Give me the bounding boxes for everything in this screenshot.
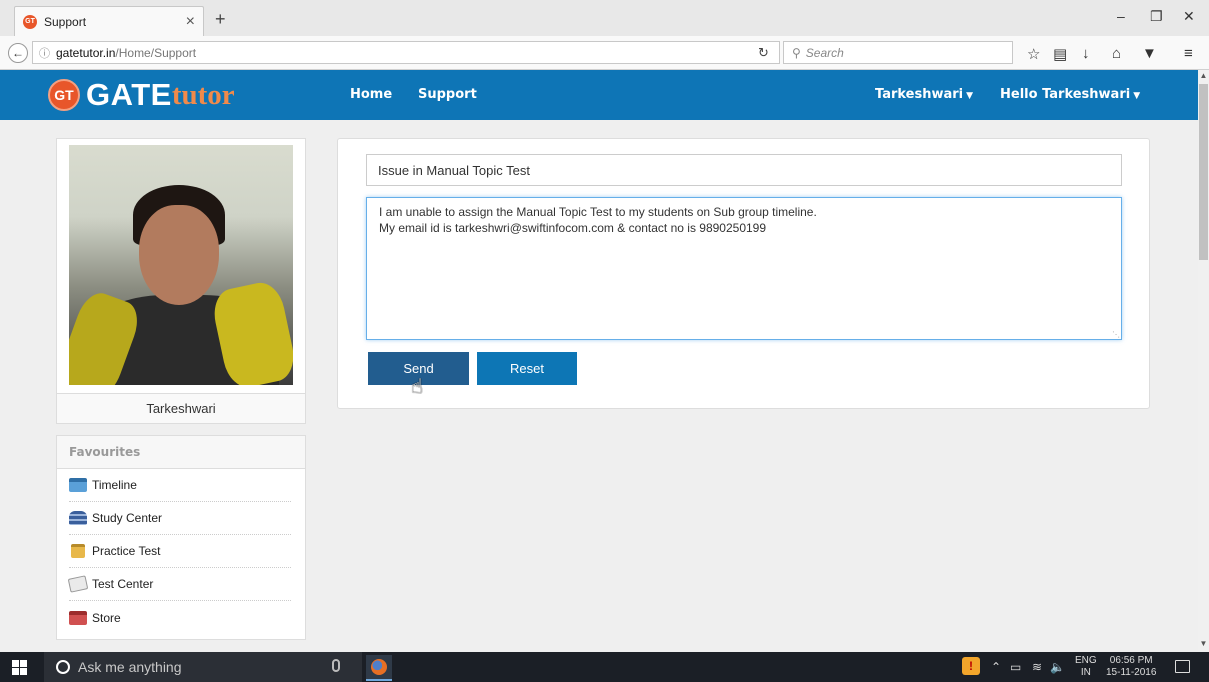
hand-cursor-icon: ☝ bbox=[411, 376, 424, 398]
bookmark-star-icon[interactable]: ☆ bbox=[1027, 45, 1040, 63]
url-path: /Home/Support bbox=[115, 45, 197, 60]
page-scrollbar[interactable]: ▲ ▼ bbox=[1198, 70, 1209, 650]
support-form-panel: I am unable to assign the Manual Topic T… bbox=[337, 138, 1150, 409]
resize-handle-icon[interactable]: ⋱ bbox=[1112, 330, 1120, 339]
lang-region: IN bbox=[1080, 667, 1091, 678]
windows-start-icon[interactable] bbox=[12, 660, 27, 675]
profile-name[interactable]: Tarkeshwari bbox=[57, 393, 305, 423]
scroll-up-icon[interactable]: ▲ bbox=[1198, 70, 1209, 82]
favourite-item-test-center[interactable]: Test Center bbox=[67, 568, 291, 601]
favourites-list: Timeline Study Center Practice Test Test… bbox=[57, 469, 305, 634]
greeting-menu-label: Hello Tarkeshwari bbox=[1000, 87, 1131, 102]
url-host: gatetutor.in bbox=[56, 45, 116, 60]
search-input[interactable]: ⚲ Search bbox=[783, 41, 1013, 64]
site-logo[interactable]: GT GATE tutor bbox=[48, 77, 235, 113]
site-favicon-icon: GT bbox=[23, 14, 37, 29]
notifications-icon[interactable] bbox=[1175, 660, 1190, 673]
logo-badge: GT bbox=[48, 79, 80, 111]
info-icon[interactable]: ⓘ bbox=[39, 45, 50, 61]
profile-card: Tarkeshwari bbox=[56, 138, 306, 424]
reset-button[interactable]: Reset bbox=[477, 352, 577, 385]
reading-list-icon[interactable]: ▤ bbox=[1053, 45, 1067, 63]
logo-tutor-text: tutor bbox=[171, 78, 235, 111]
minimize-button[interactable]: – bbox=[1117, 8, 1125, 24]
restore-button[interactable]: ❐ bbox=[1150, 8, 1163, 25]
clipboard-icon bbox=[71, 544, 85, 558]
chevron-down-icon: ▼ bbox=[1133, 91, 1141, 101]
cortana-placeholder: Ask me anything bbox=[78, 659, 182, 675]
tab-title: Support bbox=[44, 14, 87, 29]
site-header: GT GATE tutor Home Support Tarkeshwari ▼ H… bbox=[0, 70, 1198, 120]
favourite-item-store[interactable]: Store bbox=[69, 601, 291, 634]
scroll-down-icon[interactable]: ▼ bbox=[1198, 638, 1209, 650]
favourite-label: Test Center bbox=[92, 577, 154, 591]
books-icon bbox=[69, 511, 87, 525]
lang-code: ENG bbox=[1075, 655, 1097, 666]
warning-tray-icon[interactable]: ! bbox=[962, 657, 980, 675]
greeting-menu[interactable]: Hello Tarkeshwari ▼ bbox=[1000, 87, 1140, 102]
clock-time: 06:56 PM bbox=[1109, 655, 1153, 666]
volume-icon[interactable]: 🔈 bbox=[1050, 660, 1065, 674]
subject-input[interactable] bbox=[366, 154, 1122, 186]
firefox-taskbar-icon[interactable] bbox=[366, 655, 392, 681]
favourites-heading: Favourites bbox=[57, 436, 305, 469]
url-bar[interactable]: ⓘ gatetutor.in/Home/Support bbox=[32, 41, 780, 64]
user-menu[interactable]: Tarkeshwari ▼ bbox=[875, 87, 973, 102]
back-arrow-icon[interactable]: ← bbox=[8, 43, 28, 63]
clock-date: 15-11-2016 bbox=[1106, 667, 1157, 678]
nav-support-link[interactable]: Support bbox=[418, 87, 477, 102]
wifi-icon[interactable]: ≋ bbox=[1032, 660, 1042, 674]
cortana-icon bbox=[56, 660, 70, 674]
reload-icon[interactable]: ↻ bbox=[758, 45, 769, 61]
pocket-icon[interactable]: ▼ bbox=[1142, 45, 1157, 62]
favourite-item-timeline[interactable]: Timeline bbox=[69, 469, 291, 502]
favourite-label: Study Center bbox=[92, 511, 163, 525]
windows-taskbar: Ask me anything ! ⌃ ▭ ≋ 🔈 ENG IN 06:56 P… bbox=[0, 652, 1209, 682]
menu-icon[interactable]: ≡ bbox=[1184, 45, 1193, 62]
nav-home-link[interactable]: Home bbox=[350, 87, 392, 102]
user-menu-label: Tarkeshwari bbox=[875, 87, 964, 102]
close-window-button[interactable]: ✕ bbox=[1183, 8, 1195, 25]
browser-tab[interactable]: GT Support × bbox=[14, 6, 204, 36]
taskbar-clock[interactable]: 06:56 PM 15-11-2016 bbox=[1106, 655, 1156, 679]
search-placeholder: Search bbox=[805, 45, 844, 60]
new-tab-button[interactable]: + bbox=[215, 9, 226, 30]
battery-icon[interactable]: ▭ bbox=[1010, 660, 1021, 674]
chevron-down-icon: ▼ bbox=[966, 91, 974, 101]
tab-close-icon[interactable]: × bbox=[186, 13, 195, 31]
microphone-icon[interactable] bbox=[332, 659, 340, 672]
logo-gate-text: GATE bbox=[86, 77, 172, 112]
favourite-label: Store bbox=[92, 610, 121, 625]
favourite-item-study-center[interactable]: Study Center bbox=[69, 502, 291, 535]
search-icon: ⚲ bbox=[792, 45, 801, 60]
chevron-up-icon[interactable]: ⌃ bbox=[991, 660, 1001, 674]
cortana-search-box[interactable]: Ask me anything bbox=[44, 652, 362, 682]
download-icon[interactable]: ↓ bbox=[1082, 45, 1090, 62]
favourite-label: Timeline bbox=[92, 478, 137, 492]
language-indicator[interactable]: ENG IN bbox=[1075, 655, 1097, 679]
store-icon bbox=[69, 610, 87, 625]
home-icon[interactable]: ⌂ bbox=[1112, 45, 1121, 62]
browser-tab-strip: GT Support × + – ❐ ✕ bbox=[0, 0, 1209, 36]
favourites-panel: Favourites Timeline Study Center Practic… bbox=[56, 435, 306, 640]
message-textarea[interactable]: I am unable to assign the Manual Topic T… bbox=[366, 197, 1122, 340]
favourite-label: Practice Test bbox=[92, 544, 161, 558]
test-paper-icon bbox=[67, 575, 89, 593]
favourite-item-practice-test[interactable]: Practice Test bbox=[69, 535, 291, 568]
scroll-thumb[interactable] bbox=[1199, 84, 1208, 260]
profile-photo[interactable] bbox=[69, 145, 293, 385]
browser-navbar: ← ⓘ gatetutor.in/Home/Support ↻ ⚲ Search… bbox=[0, 36, 1209, 70]
timeline-icon bbox=[69, 478, 87, 492]
